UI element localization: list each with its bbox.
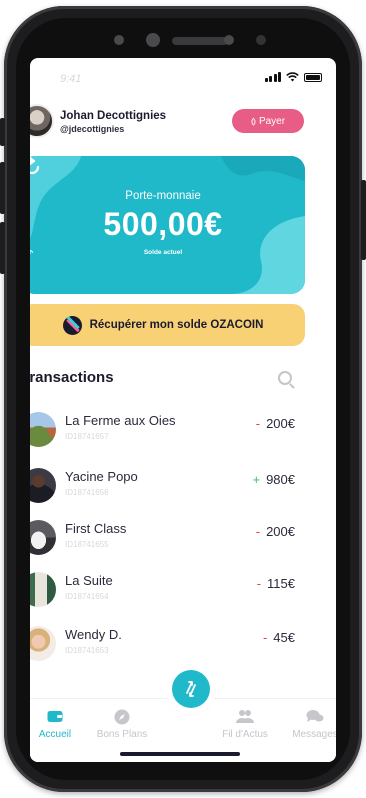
wifi-icon [286,72,299,82]
nfc-icon: ⦅⦆ [250,115,256,126]
wallet-subtitle-label: Solde actuel [143,249,183,256]
status-time: 9:41 [60,73,82,85]
volume-down-button [0,222,5,274]
transaction-sign: + [252,472,261,487]
nav-label: Bons Plans [96,729,148,740]
transaction-amount: - 200€ [256,524,295,539]
nav-item-bons-plans[interactable]: Bons Plans [87,709,157,740]
pay-button[interactable]: ⦅⦆ Payer [232,109,304,133]
transaction-amount: - 200€ [256,416,295,431]
battery-icon [304,73,322,82]
transaction-avatar [30,572,56,607]
transfer-button[interactable] [172,670,210,708]
transaction-sign: - [255,524,261,539]
app-screen: 9:41 Johan Decottignies @jdecottignies ⦅… [30,58,336,762]
transaction-row[interactable]: La Ferme aux Oies ID18741657 - 200€ [30,410,305,450]
chat-icon [306,710,324,722]
transaction-name: First Class [65,521,127,536]
transaction-id: ID18741653 [65,646,109,655]
speaker-grille [172,37,228,45]
sensor-icon [256,35,266,45]
transaction-name: Wendy D. [65,627,122,642]
ozacoin-icon [62,315,82,335]
sensor-icon [114,35,124,45]
nav-label: Messages [292,729,336,740]
volume-up-button [0,162,5,214]
transfer-icon [186,681,196,697]
transaction-value: 115€ [267,576,295,591]
transaction-row[interactable]: La Suite ID18741654 - 115€ [30,570,305,610]
mute-switch [0,118,5,146]
wallet-subtitle: Solde actuel [30,249,305,256]
transaction-amount: - 115€ [257,576,295,591]
transaction-name: La Ferme aux Oies [65,413,176,428]
transaction-value: 200€ [266,524,295,539]
transaction-value: 200€ [266,416,295,431]
transaction-amount: - 45€ [263,630,295,645]
eye-icon[interactable] [30,249,34,256]
wallet-title: Porte-monnaie [125,190,201,202]
recover-ozacoin-button[interactable]: Récupérer mon solde OZACOIN [30,304,305,346]
status-icons [264,72,322,82]
nav-label: Fil d'Actus [222,729,268,740]
transaction-row[interactable]: First Class ID18741655 - 200€ [30,518,305,558]
search-icon[interactable] [278,371,292,385]
compass-icon [114,709,130,725]
phone-top-sensors [100,28,270,54]
home-indicator[interactable] [120,752,240,756]
transaction-value: 45€ [273,630,295,645]
user-name: Johan Decottignies [60,110,167,122]
refresh-icon[interactable] [30,156,43,178]
transaction-id: ID18741657 [65,432,109,441]
transaction-avatar [30,412,56,447]
camera-icon [146,33,160,47]
people-icon [236,710,254,723]
wallet-icon [47,711,63,722]
transaction-sign: - [256,576,262,591]
transaction-value: 980€ [266,472,295,487]
transaction-name: Yacine Popo [65,469,138,484]
transaction-amount: + 980€ [252,472,295,487]
transaction-avatar [30,520,56,555]
transaction-sign: - [255,416,261,431]
signal-icon [264,72,281,82]
nav-item-accueil[interactable]: Accueil [30,709,90,740]
nav-label: Accueil [38,729,72,740]
transaction-avatar [30,626,56,661]
transaction-sign: - [262,630,268,645]
transaction-id: ID18741655 [65,540,109,549]
power-button [361,180,366,260]
wallet-amount: 500,00€ [103,206,223,242]
transaction-avatar [30,468,56,503]
transaction-row[interactable]: Yacine Popo ID18741656 + 980€ [30,466,305,506]
wallet-card: Porte-monnaie 500,00€ Solde actuel [30,156,305,294]
nav-item-fil-actus[interactable]: Fil d'Actus [210,709,280,740]
avatar[interactable] [30,104,54,138]
recover-label: Récupérer mon solde OZACOIN [89,319,264,331]
nav-item-messages[interactable]: Messages [280,709,336,740]
pay-button-label: Payer [258,115,286,127]
transaction-name: La Suite [65,573,113,588]
sensor-icon [224,35,234,45]
user-handle: @jdecottignies [60,124,125,134]
transactions-title: Transactions [30,369,114,386]
transaction-id: ID18741654 [65,592,109,601]
transaction-row[interactable]: Wendy D. ID18741653 - 45€ [30,624,305,664]
transaction-id: ID18741656 [65,488,109,497]
